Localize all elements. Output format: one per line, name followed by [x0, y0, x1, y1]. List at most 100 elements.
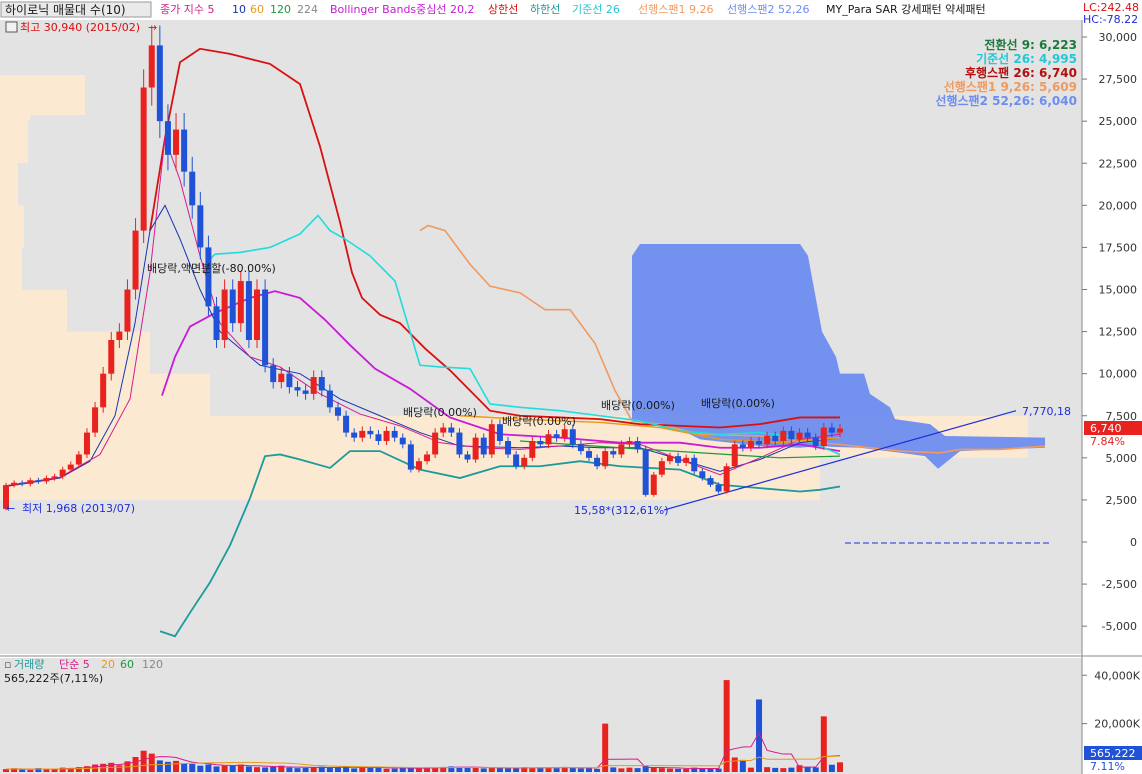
- volume-bar-14: [116, 765, 123, 772]
- candle-body-53: [432, 432, 439, 455]
- vol-ma120-label: 120: [142, 658, 163, 671]
- dividend-1: 배당락(0.00%): [403, 406, 477, 419]
- candle-body-26: [213, 306, 220, 340]
- psar-label: MY_Para SAR 강세패턴 약세패턴: [826, 2, 986, 16]
- volume-bar-96: [780, 768, 787, 772]
- volume-bar-49: [399, 767, 406, 772]
- volume-bar-72: [585, 768, 592, 772]
- volume-bar-97: [788, 767, 795, 772]
- volume-bar-47: [383, 768, 390, 772]
- volume-bar-67: [545, 767, 552, 772]
- candle-body-32: [262, 289, 269, 366]
- ma60-label: 60: [250, 3, 264, 16]
- volume-bar-103: [837, 762, 843, 772]
- volume-bar-22: [181, 763, 188, 772]
- candle-body-5: [43, 478, 50, 482]
- y-tick-label-9: 7,500: [1106, 410, 1138, 423]
- y-tick-label-14: -5,000: [1102, 620, 1137, 633]
- volume-bar-36: [294, 768, 301, 772]
- candle-body-92: [747, 441, 754, 448]
- candle-body-100: [812, 437, 819, 447]
- y-tick-label-4: 20,000: [1099, 199, 1138, 212]
- candle-body-88: [715, 484, 722, 492]
- volume-bar-20: [164, 761, 171, 772]
- candle-body-76: [618, 444, 625, 455]
- kijun-label: 기준선 26: [572, 3, 620, 16]
- price-box-pct: 7.84%: [1090, 435, 1125, 448]
- candle-body-22: [181, 129, 188, 172]
- candle-body-101: [820, 427, 827, 447]
- candle-body-70: [569, 429, 576, 445]
- candle-body-41: [334, 407, 341, 416]
- volume-bar-18: [148, 753, 155, 772]
- vol-label: 거래량: [14, 658, 44, 671]
- volume-box-pct: 7.11%: [1090, 760, 1125, 773]
- candle-body-84: [683, 457, 690, 463]
- volume-bar-92: [747, 767, 754, 772]
- candle-body-37: [302, 390, 309, 394]
- candle-body-74: [602, 451, 609, 467]
- volume-bar-19: [156, 760, 163, 772]
- y-tick-label-11: 2,500: [1106, 494, 1138, 507]
- y-tick-label-1: 27,500: [1099, 73, 1138, 86]
- y-tick-label-5: 17,500: [1099, 241, 1138, 254]
- volume-bar-41: [334, 767, 341, 772]
- candle-body-31: [254, 289, 261, 340]
- volume-bar-21: [173, 760, 180, 772]
- candle-body-44: [359, 430, 366, 438]
- vol-ma60-label: 60: [120, 658, 134, 671]
- candle-body-86: [699, 471, 706, 479]
- candle-body-98: [796, 432, 803, 440]
- candle-body-27: [221, 289, 228, 340]
- volume-bar-57: [464, 767, 471, 772]
- candle-body-69: [561, 429, 568, 438]
- span1-label: 선행스팬1 9,26: [638, 3, 713, 16]
- y-tick-label-13: -2,500: [1102, 578, 1137, 591]
- volume-bar-58: [472, 767, 479, 772]
- candle-body-16: [132, 230, 139, 290]
- candle-body-1: [11, 482, 18, 486]
- candle-body-3: [27, 480, 34, 484]
- candle-body-15: [124, 289, 131, 332]
- chart-svg: 30,000 27,500 25,000 22,500 20,000 17,500 15,0…: [0, 0, 1142, 774]
- candle-body-65: [529, 441, 536, 458]
- candle-body-71: [577, 444, 584, 452]
- candle-body-12: [100, 373, 107, 408]
- volume-bar-83: [675, 768, 682, 772]
- candle-body-2: [19, 482, 26, 485]
- candle-body-83: [675, 456, 682, 463]
- volume-bar-0: [3, 769, 9, 772]
- y-tick-label-6: 15,000: [1099, 284, 1138, 297]
- volume-bar-62: [505, 768, 512, 772]
- candle-body-87: [707, 478, 714, 485]
- legend-span2: 선행스팬2 52,26: 6,040: [935, 93, 1077, 108]
- candle-body-47: [383, 430, 390, 441]
- candle-body-4: [35, 480, 42, 482]
- candle-body-45: [367, 430, 374, 435]
- volume-bar-75: [610, 767, 617, 772]
- y-tick-label-12: 0: [1130, 536, 1137, 549]
- candle-body-59: [480, 437, 487, 455]
- candle-body-18: [148, 45, 155, 88]
- volume-bar-16: [132, 757, 139, 772]
- volume-bar-74: [602, 723, 609, 772]
- bb-upper-label: 상한선: [488, 3, 518, 16]
- volume-bar-94: [764, 767, 771, 772]
- low-annotation: 최저 1,968 (2013/07): [22, 502, 135, 515]
- candle-body-43: [351, 432, 358, 438]
- candle-body-81: [658, 461, 665, 475]
- volume-bar-70: [569, 767, 576, 772]
- candle-body-97: [788, 430, 795, 440]
- volume-bar-80: [650, 767, 657, 772]
- y-tick-label-0: 30,000: [1099, 31, 1138, 44]
- vol-header-icon: ▫: [4, 658, 11, 671]
- volume-bar-43: [351, 768, 358, 772]
- volume-box-value: 565,222: [1090, 747, 1136, 760]
- candle-body-78: [634, 441, 641, 450]
- volume-bar-32: [262, 767, 269, 772]
- candle-body-103: [837, 428, 843, 433]
- volume-bar-24: [197, 765, 204, 772]
- candle-body-54: [440, 427, 447, 433]
- ma224-label: 224: [297, 3, 318, 16]
- volume-bar-68: [553, 768, 560, 772]
